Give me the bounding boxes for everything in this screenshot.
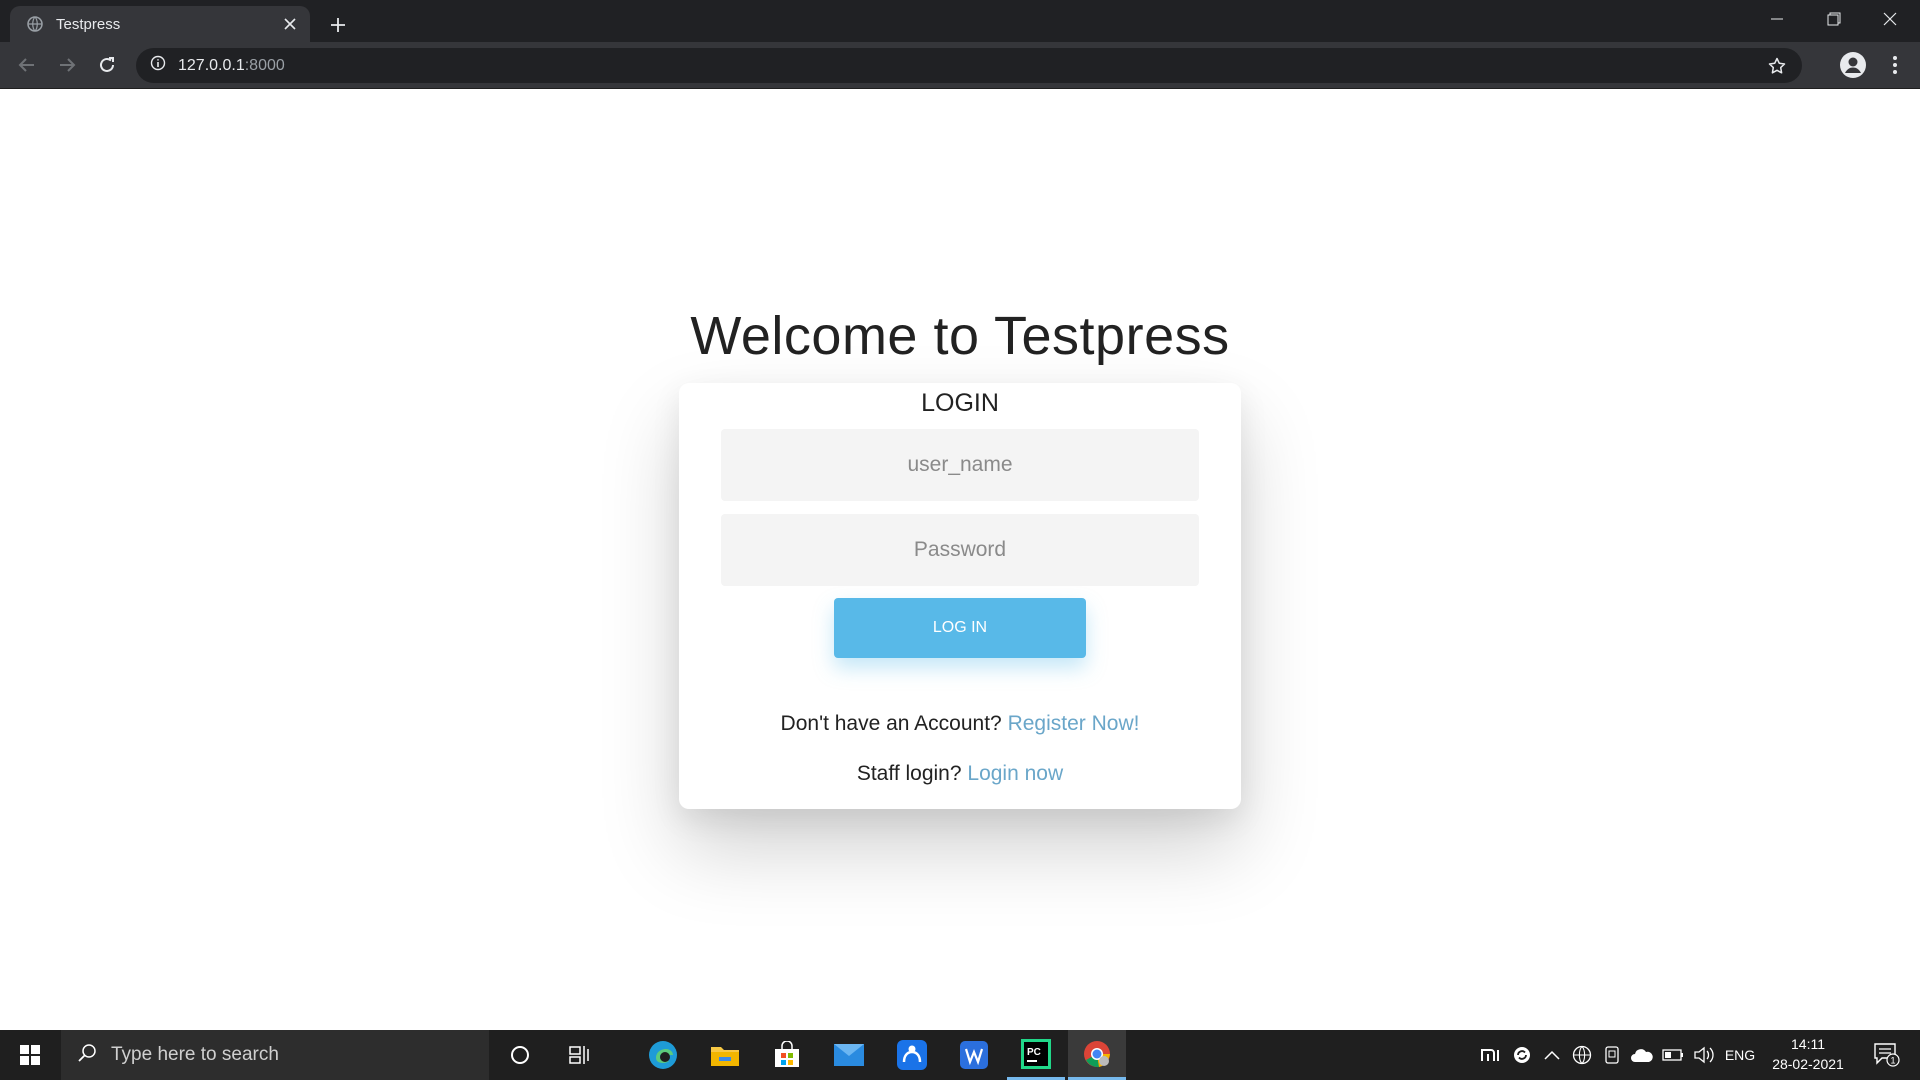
bookmark-star-icon[interactable]	[1762, 51, 1792, 81]
mail-icon[interactable]	[820, 1030, 878, 1080]
close-window-button[interactable]	[1862, 0, 1918, 38]
mi-icon[interactable]	[1478, 1030, 1504, 1080]
taskbar-clock[interactable]: 14:11 28-02-2021	[1760, 1034, 1856, 1074]
restore-button[interactable]	[1806, 0, 1862, 38]
device-icon[interactable]	[1600, 1030, 1624, 1080]
close-tab-icon[interactable]	[274, 8, 306, 40]
forward-icon[interactable]	[50, 48, 84, 82]
address-bar[interactable]: 127.0.0.1:8000	[136, 48, 1802, 83]
language-indicator[interactable]: ENG	[1722, 1030, 1758, 1080]
battery-icon[interactable]	[1660, 1030, 1686, 1080]
clock-time: 14:11	[1791, 1036, 1825, 1052]
browser-tab[interactable]: Testpress	[10, 6, 310, 42]
staff-prompt: Staff login?	[856, 762, 962, 785]
search-icon	[77, 1043, 97, 1068]
task-view-icon[interactable]	[551, 1030, 609, 1080]
language-globe-icon[interactable]	[1568, 1030, 1596, 1080]
notification-count: 1	[1890, 1056, 1895, 1066]
register-link[interactable]: Register Now!	[1008, 712, 1140, 735]
login-card: LOGIN LOG IN Don't have an Account? Regi…	[679, 383, 1241, 809]
chevron-up-icon[interactable]	[1540, 1030, 1564, 1080]
store-icon[interactable]	[758, 1030, 816, 1080]
login-title: LOGIN	[921, 389, 999, 417]
url-port: :8000	[244, 56, 285, 74]
staff-login-line: Staff login? Login now	[679, 762, 1241, 786]
taskbar-search-box[interactable]: Type here to search	[61, 1030, 489, 1080]
pycharm-icon[interactable]: PC	[1007, 1030, 1065, 1080]
username-input[interactable]	[721, 429, 1199, 501]
browser-toolbar: 127.0.0.1:8000	[0, 42, 1920, 89]
kebab-menu-icon[interactable]	[1878, 48, 1912, 82]
wps-writer-icon[interactable]	[945, 1030, 1003, 1080]
staff-login-link[interactable]: Login now	[967, 762, 1063, 785]
profile-avatar-icon[interactable]	[1836, 48, 1870, 82]
info-icon[interactable]	[150, 55, 166, 76]
notification-center-icon[interactable]: 1	[1862, 1030, 1912, 1080]
register-prompt: Don't have an Account?	[780, 712, 1002, 735]
browser-tab-strip: Testpress	[0, 0, 1920, 42]
page-title: Welcome to Testpress	[690, 306, 1230, 366]
chrome-icon[interactable]	[1068, 1030, 1126, 1080]
register-line: Don't have an Account? Register Now!	[679, 712, 1241, 736]
edge-icon[interactable]	[634, 1030, 692, 1080]
windows-taskbar: Type here to search PC ENG 14:11 28-02-2…	[0, 1030, 1920, 1080]
page-content: Welcome to Testpress LOGIN LOG IN Don't …	[0, 89, 1920, 1030]
globe-icon	[26, 15, 44, 33]
cortana-icon[interactable]	[491, 1030, 549, 1080]
clock-date: 28-02-2021	[1772, 1056, 1844, 1072]
svg-text:PC: PC	[1027, 1047, 1041, 1058]
new-tab-button[interactable]	[322, 9, 354, 41]
volume-icon[interactable]	[1690, 1030, 1718, 1080]
reload-icon[interactable]	[90, 48, 124, 82]
password-input[interactable]	[721, 514, 1199, 586]
sync-icon[interactable]	[1508, 1030, 1536, 1080]
tab-title: Testpress	[56, 15, 121, 33]
onedrive-icon[interactable]	[1628, 1030, 1656, 1080]
back-icon[interactable]	[10, 48, 44, 82]
remote-access-icon[interactable]	[883, 1030, 941, 1080]
windows-start-icon[interactable]	[0, 1030, 60, 1080]
url-host: 127.0.0.1	[178, 56, 245, 74]
search-placeholder: Type here to search	[111, 1044, 279, 1065]
file-explorer-icon[interactable]	[696, 1030, 754, 1080]
minimize-button[interactable]	[1749, 0, 1805, 38]
login-button[interactable]: LOG IN	[834, 598, 1086, 658]
